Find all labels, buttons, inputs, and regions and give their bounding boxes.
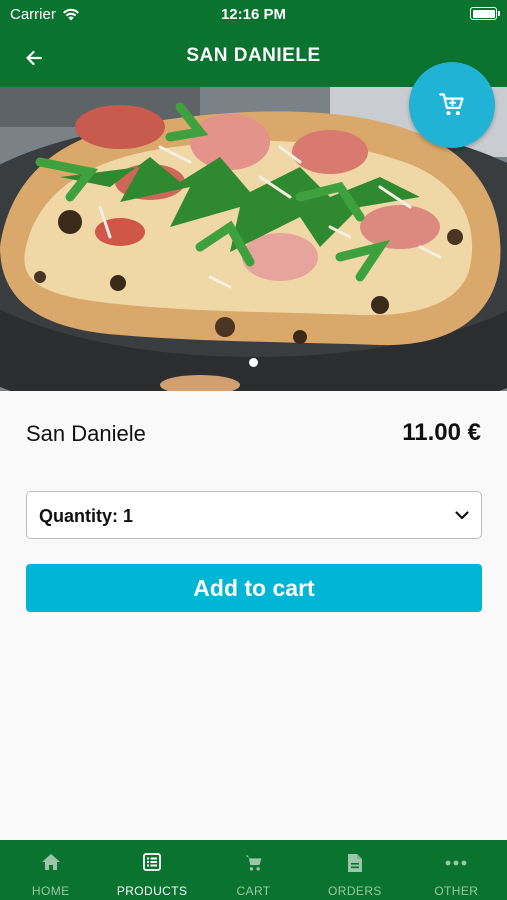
tab-orders[interactable]: ORDERS (304, 840, 405, 900)
tab-cart[interactable]: CART (203, 840, 304, 900)
tab-home-label: HOME (31, 884, 70, 898)
product-price: 11.00 € (402, 419, 481, 446)
tab-products[interactable]: PRODUCTS (101, 840, 202, 900)
tab-other-label: OTHER (434, 884, 479, 898)
page-title: SAN DANIELE (186, 45, 321, 66)
chevron-down-icon (455, 511, 469, 520)
bottom-tab-bar: HOME PRODUCTS CART ORDERS OTHER (0, 840, 507, 900)
quantity-select[interactable]: Quantity: 1 (26, 491, 482, 539)
status-time: 12:16 PM (220, 6, 287, 23)
more-dots-icon (445, 860, 467, 866)
tab-cart-label: CART (236, 884, 271, 898)
product-name: San Daniele (26, 421, 146, 446)
tab-orders-label: ORDERS (328, 884, 382, 898)
carousel-dot-active (249, 358, 258, 367)
shopping-cart-icon (439, 93, 464, 116)
tab-products-label: PRODUCTS (116, 884, 188, 898)
status-bar: Carrier 12:16 PM (0, 0, 507, 28)
home-icon (41, 854, 60, 870)
tab-home[interactable]: HOME (0, 840, 101, 900)
list-icon (143, 853, 162, 871)
carousel-indicator (0, 358, 507, 367)
battery-icon (470, 7, 500, 20)
cart-icon (245, 855, 262, 871)
document-icon (347, 854, 362, 872)
tab-other[interactable]: OTHER (406, 840, 507, 900)
quantity-label: Quantity: 1 (39, 506, 134, 526)
add-to-cart-button[interactable]: Add to cart (26, 564, 482, 612)
cart-fab-button[interactable] (409, 62, 495, 148)
